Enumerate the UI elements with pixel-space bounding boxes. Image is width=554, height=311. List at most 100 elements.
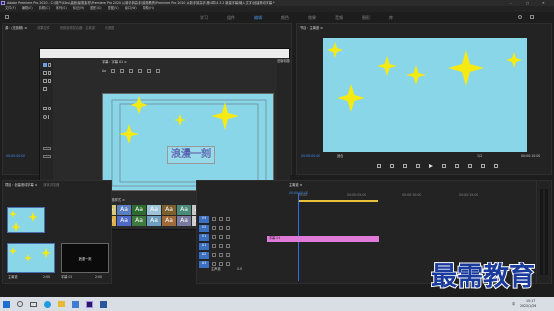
style-swatch[interactable]: Aa bbox=[117, 205, 131, 215]
go-to-out-icon[interactable] bbox=[455, 164, 459, 168]
home-icon[interactable] bbox=[5, 15, 9, 19]
fit-dropdown[interactable]: 适合 bbox=[337, 154, 343, 158]
style-swatch[interactable]: Aa bbox=[162, 205, 176, 215]
maximize-button[interactable]: □ bbox=[526, 1, 529, 5]
store-icon[interactable] bbox=[72, 300, 79, 308]
start-icon[interactable] bbox=[3, 300, 10, 308]
track-toggle-icon[interactable] bbox=[219, 244, 223, 248]
workspace-libraries[interactable]: 库 bbox=[389, 15, 393, 20]
ellipse-tool-icon[interactable] bbox=[43, 115, 47, 119]
mark-out-icon[interactable] bbox=[390, 164, 394, 168]
workspace-assembly[interactable]: 组件 bbox=[227, 15, 235, 20]
workspace-effects[interactable]: 效果 bbox=[308, 15, 316, 20]
track-toggle-icon[interactable] bbox=[219, 217, 223, 221]
style-swatch[interactable]: Aa bbox=[132, 216, 146, 226]
premiere-taskbar-icon[interactable] bbox=[86, 300, 93, 308]
tab-metadata[interactable]: 元数据 bbox=[105, 26, 115, 30]
track-toggle-icon[interactable] bbox=[212, 226, 216, 230]
workspace-editing[interactable]: 编辑 bbox=[254, 15, 262, 20]
tab-effect-controls[interactable]: 效果控件 bbox=[37, 26, 50, 30]
italic-icon[interactable] bbox=[120, 69, 125, 73]
title-properties-tab[interactable]: 旧版标题属性 ≡ bbox=[277, 59, 290, 63]
track-toggle-icon[interactable] bbox=[219, 262, 223, 266]
taskbar-lang[interactable]: 中 bbox=[512, 302, 515, 306]
workspace-graphics[interactable]: 图形 bbox=[362, 15, 370, 20]
track-header[interactable]: V2 bbox=[199, 224, 265, 232]
track-toggle-icon[interactable] bbox=[212, 253, 216, 257]
workspace-learn[interactable]: 学习 bbox=[200, 15, 208, 20]
font-browser-button[interactable]: Aa bbox=[102, 69, 106, 77]
align-center-icon[interactable] bbox=[147, 69, 152, 73]
project-item-sequence-2[interactable] bbox=[7, 243, 55, 273]
work-area-bar[interactable] bbox=[298, 200, 378, 202]
track-toggle-icon[interactable] bbox=[219, 226, 223, 230]
style-swatch[interactable]: Aa bbox=[177, 216, 191, 226]
track-header[interactable]: A1 bbox=[199, 242, 265, 250]
close-button[interactable]: ✕ bbox=[542, 1, 545, 5]
track-toggle-icon[interactable] bbox=[226, 235, 230, 239]
title-tab[interactable]: 字幕：字幕 01 ≡ bbox=[102, 60, 127, 64]
underline-icon[interactable] bbox=[129, 69, 134, 73]
minimize-button[interactable]: – bbox=[510, 1, 512, 5]
project-item-title[interactable]: 浪漫一刻 bbox=[61, 243, 109, 273]
style-swatch[interactable]: Aa bbox=[147, 216, 161, 226]
track-header[interactable]: V1 bbox=[199, 233, 265, 241]
timeline-tab[interactable]: 主离道 ≡ bbox=[289, 183, 302, 187]
edge-icon[interactable] bbox=[44, 300, 51, 308]
rounded-rect-tool-icon[interactable] bbox=[48, 107, 51, 110]
search-taskbar-icon[interactable] bbox=[17, 301, 23, 307]
style-swatch[interactable]: Aa bbox=[147, 205, 161, 215]
explorer-icon[interactable] bbox=[58, 301, 65, 307]
task-view-icon[interactable] bbox=[30, 301, 37, 307]
workspace-color[interactable]: 颜色 bbox=[281, 15, 289, 20]
track-toggle-icon[interactable] bbox=[212, 262, 216, 266]
track-toggle-icon[interactable] bbox=[219, 253, 223, 257]
subtitle-text-box[interactable]: 浪漫一刻 bbox=[167, 146, 215, 164]
area-type-tool-icon[interactable] bbox=[43, 79, 47, 83]
track-header[interactable]: V3 bbox=[199, 215, 265, 223]
align-left-icon[interactable] bbox=[138, 69, 143, 73]
resolution-dropdown[interactable]: 1/2 bbox=[477, 154, 482, 158]
path-type-tool-icon[interactable] bbox=[48, 79, 51, 83]
project-item-sequence[interactable] bbox=[7, 207, 45, 233]
style-swatch[interactable]: Aa bbox=[162, 216, 176, 226]
tab-source[interactable]: 源：(无剪辑) ≡ bbox=[5, 26, 27, 30]
lift-icon[interactable] bbox=[468, 164, 472, 168]
tab-audio-mixer[interactable]: 音频剪辑混合器：主离道 bbox=[60, 26, 95, 30]
track-toggle-icon[interactable] bbox=[226, 244, 230, 248]
track-toggle-icon[interactable] bbox=[226, 253, 230, 257]
play-icon[interactable] bbox=[429, 164, 433, 168]
extract-icon[interactable] bbox=[481, 164, 485, 168]
track-header[interactable]: A2 bbox=[199, 251, 265, 259]
track-toggle-icon[interactable] bbox=[226, 226, 230, 230]
mark-in-icon[interactable] bbox=[377, 164, 381, 168]
tab-media-browser[interactable]: 媒体浏览器 bbox=[43, 183, 59, 187]
workspace-audio[interactable]: 音频 bbox=[335, 15, 343, 20]
word-icon[interactable] bbox=[100, 300, 107, 308]
track-toggle-icon[interactable] bbox=[212, 217, 216, 221]
track-toggle-icon[interactable] bbox=[212, 235, 216, 239]
selection-tool-icon[interactable] bbox=[43, 63, 47, 67]
tab-project[interactable]: 项目：创建滚动字幕 ≡ bbox=[5, 183, 37, 187]
style-swatch[interactable]: Aa bbox=[132, 205, 146, 215]
track-toggle-icon[interactable] bbox=[226, 217, 230, 221]
go-to-in-icon[interactable] bbox=[403, 164, 407, 168]
pen-tool-icon[interactable] bbox=[43, 87, 47, 91]
track-toggle-icon[interactable] bbox=[219, 235, 223, 239]
rotation-tool-icon[interactable] bbox=[48, 63, 51, 67]
style-swatch[interactable]: Aa bbox=[177, 205, 191, 215]
search-icon[interactable] bbox=[518, 15, 522, 19]
program-tab[interactable]: 节目：主离道 ≡ bbox=[300, 26, 323, 30]
step-back-icon[interactable] bbox=[416, 164, 420, 168]
timeline-clip[interactable]: 字幕 01 bbox=[267, 236, 379, 242]
distribute-icon[interactable] bbox=[43, 155, 51, 158]
align-right-icon[interactable] bbox=[156, 69, 161, 73]
type-tool-icon[interactable] bbox=[43, 71, 47, 75]
vertical-type-tool-icon[interactable] bbox=[48, 71, 51, 75]
style-swatch[interactable]: Aa bbox=[117, 216, 131, 226]
export-frame-icon[interactable] bbox=[494, 164, 498, 168]
track-header[interactable]: A3 bbox=[199, 260, 265, 268]
title-canvas[interactable]: 浪漫一刻 bbox=[102, 93, 274, 191]
track-toggle-icon[interactable] bbox=[212, 244, 216, 248]
quick-export-icon[interactable] bbox=[530, 15, 534, 19]
